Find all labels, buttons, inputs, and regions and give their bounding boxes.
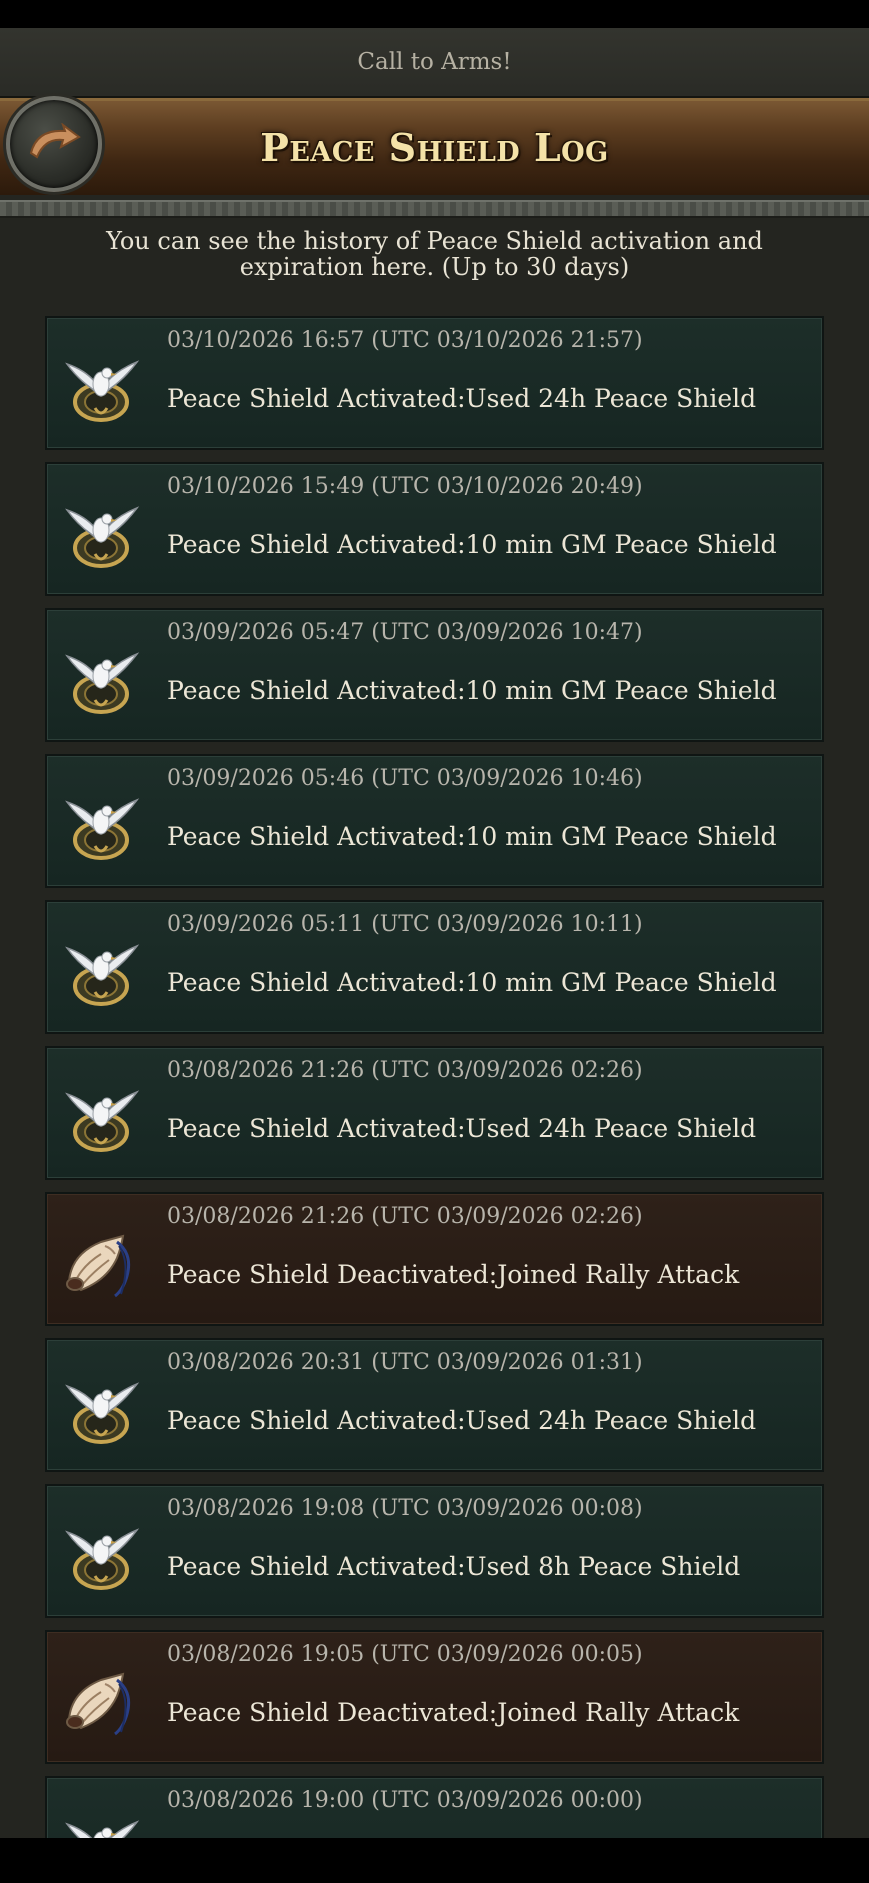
- page-title: Peace Shield Log: [260, 125, 609, 170]
- entry-message: Peace Shield Activated:10 min GM Peace S…: [167, 968, 777, 997]
- log-entry: 03/09/2026 05:47 (UTC 03/09/2026 10:47) P…: [45, 608, 824, 742]
- entry-timestamp: 03/08/2026 19:05 (UTC 03/09/2026 00:05): [167, 1642, 643, 1667]
- entry-message: Peace Shield Deactivated:Joined Rally At…: [167, 1698, 740, 1727]
- entry-message: Peace Shield Activated:Used 24h Peace Sh…: [167, 384, 757, 413]
- entry-timestamp: 03/10/2026 15:49 (UTC 03/10/2026 20:49): [167, 474, 643, 499]
- entry-timestamp: 03/10/2026 16:57 (UTC 03/10/2026 21:57): [167, 328, 643, 353]
- war-horn-icon: [61, 1662, 141, 1742]
- log-entry: 03/08/2026 19:08 (UTC 03/09/2026 00:08) P…: [45, 1484, 824, 1618]
- entry-message: Peace Shield Deactivated:Joined Rally At…: [167, 1260, 740, 1289]
- back-button[interactable]: [6, 96, 102, 192]
- entry-timestamp: 03/08/2026 21:26 (UTC 03/09/2026 02:26): [167, 1204, 643, 1229]
- entry-message: Peace Shield Activated:10 min GM Peace S…: [167, 530, 777, 559]
- entry-timestamp: 03/09/2026 05:46 (UTC 03/09/2026 10:46): [167, 766, 643, 791]
- navigation-bar: [0, 1838, 869, 1883]
- dove-shield-icon: [61, 640, 141, 720]
- war-horn-icon: [61, 1224, 141, 1304]
- dove-shield-icon: [61, 1808, 141, 1838]
- entry-timestamp: 03/09/2026 05:11 (UTC 03/09/2026 10:11): [167, 912, 643, 937]
- status-bar: [0, 0, 869, 28]
- log-description: You can see the history of Peace Shield …: [106, 227, 763, 281]
- log-entry: 03/08/2026 19:05 (UTC 03/09/2026 00:05) P…: [45, 1630, 824, 1764]
- entry-message: Peace Shield Activated:10 min GM Peace S…: [167, 822, 777, 851]
- log-entry: 03/08/2026 19:00 (UTC 03/09/2026 00:00): [45, 1776, 824, 1838]
- header-divider: [0, 200, 869, 218]
- back-arrow-icon: [29, 123, 81, 159]
- entry-message: Peace Shield Activated:10 min GM Peace S…: [167, 676, 777, 705]
- shield-log-list[interactable]: 03/10/2026 16:57 (UTC 03/10/2026 21:57) P…: [45, 316, 824, 1838]
- entry-timestamp: 03/08/2026 20:31 (UTC 03/09/2026 01:31): [167, 1350, 643, 1375]
- entry-timestamp: 03/08/2026 19:00 (UTC 03/09/2026 00:00): [167, 1788, 643, 1813]
- dove-shield-icon: [61, 348, 141, 428]
- dove-shield-icon: [61, 1516, 141, 1596]
- dove-shield-icon: [61, 1370, 141, 1450]
- log-entry: 03/09/2026 05:11 (UTC 03/09/2026 10:11) P…: [45, 900, 824, 1034]
- entry-timestamp: 03/08/2026 21:26 (UTC 03/09/2026 02:26): [167, 1058, 643, 1083]
- entry-message: Peace Shield Activated:Used 24h Peace Sh…: [167, 1114, 757, 1143]
- header-bar: Peace Shield Log: [0, 98, 869, 195]
- entry-timestamp: 03/08/2026 19:08 (UTC 03/09/2026 00:08): [167, 1496, 643, 1521]
- log-entry: 03/08/2026 21:26 (UTC 03/09/2026 02:26) P…: [45, 1046, 824, 1180]
- dove-shield-icon: [61, 932, 141, 1012]
- log-entry: 03/10/2026 16:57 (UTC 03/10/2026 21:57) P…: [45, 316, 824, 450]
- log-entry: 03/08/2026 21:26 (UTC 03/09/2026 02:26) P…: [45, 1192, 824, 1326]
- dove-shield-icon: [61, 786, 141, 866]
- entry-message: Peace Shield Activated:Used 8h Peace Shi…: [167, 1552, 741, 1581]
- entry-message: Peace Shield Activated:Used 24h Peace Sh…: [167, 1406, 757, 1435]
- log-entry: 03/08/2026 20:31 (UTC 03/09/2026 01:31) P…: [45, 1338, 824, 1472]
- log-entry: 03/10/2026 15:49 (UTC 03/10/2026 20:49) P…: [45, 462, 824, 596]
- log-entry: 03/09/2026 05:46 (UTC 03/09/2026 10:46) P…: [45, 754, 824, 888]
- dove-shield-icon: [61, 494, 141, 574]
- entry-timestamp: 03/09/2026 05:47 (UTC 03/09/2026 10:47): [167, 620, 643, 645]
- dove-shield-icon: [61, 1078, 141, 1158]
- call-to-arms-banner[interactable]: Call to Arms!: [0, 28, 869, 98]
- app-window: Call to Arms! Peace Shield Log You can s…: [0, 28, 869, 1838]
